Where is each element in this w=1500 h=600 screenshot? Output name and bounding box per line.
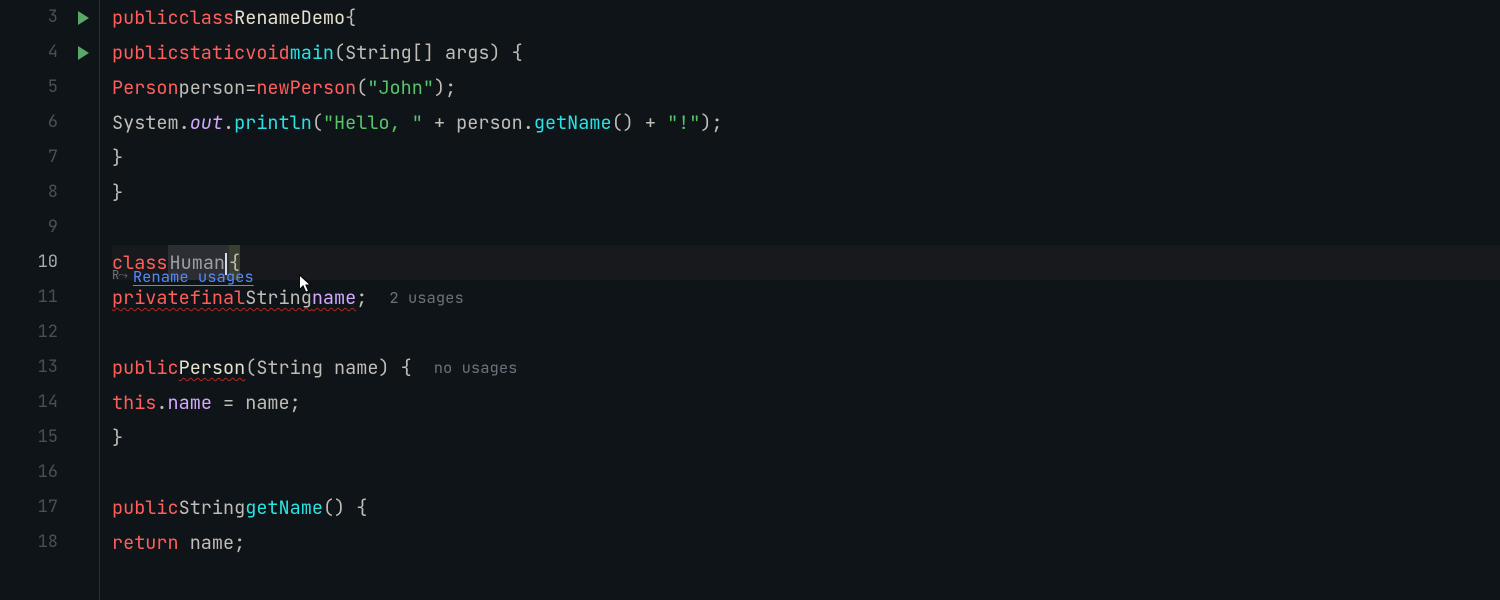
line-number: 8 — [0, 175, 99, 210]
run-icon[interactable] — [78, 46, 89, 60]
code-line[interactable]: } — [112, 175, 1500, 210]
line-number: 14 — [0, 385, 99, 420]
run-icon[interactable] — [78, 11, 89, 25]
code-line[interactable]: public Person(String name) {no usages — [112, 350, 1500, 385]
line-number: 17 — [0, 490, 99, 525]
code-line[interactable]: private final String name;2 usages — [112, 280, 1500, 315]
code-line[interactable]: } — [112, 420, 1500, 455]
code-line[interactable]: public String getName() { — [112, 490, 1500, 525]
gutter: 3 4 5 6 7 8 9 10 11 12 13 14 15 16 17 18 — [0, 0, 100, 600]
line-number: 6 — [0, 105, 99, 140]
rename-usages-link[interactable]: Rename usages — [133, 259, 254, 294]
line-number: 11 — [0, 280, 99, 315]
line-number: 5 — [0, 70, 99, 105]
line-number: 4 — [0, 35, 99, 70]
code-line[interactable]: this.name = name; — [112, 385, 1500, 420]
code-line[interactable]: return name; — [112, 525, 1500, 560]
line-number: 13 — [0, 350, 99, 385]
line-number: 9 — [0, 210, 99, 245]
code-line[interactable]: public class RenameDemo { — [112, 0, 1500, 35]
code-line[interactable]: Person person = new Person("John"); — [112, 70, 1500, 105]
line-number: 12 — [0, 315, 99, 350]
code-line[interactable] — [112, 315, 1500, 350]
line-number: 15 — [0, 420, 99, 455]
code-area[interactable]: public class RenameDemo { public static … — [100, 0, 1500, 600]
line-number-current: 10 — [0, 245, 99, 280]
usages-hint: no usages — [434, 350, 518, 385]
code-line[interactable]: System.out.println("Hello, " + person.ge… — [112, 105, 1500, 140]
code-line[interactable] — [112, 455, 1500, 490]
rename-hint: R⤳ Rename usages — [112, 259, 254, 294]
line-number: 16 — [0, 455, 99, 490]
code-line[interactable] — [112, 210, 1500, 245]
code-line[interactable]: } — [112, 140, 1500, 175]
line-number: 7 — [0, 140, 99, 175]
rename-intention-icon: R⤳ — [112, 258, 127, 293]
usages-hint: 2 usages — [389, 280, 463, 315]
code-line-current[interactable]: class Human { — [112, 245, 1500, 280]
code-editor[interactable]: 3 4 5 6 7 8 9 10 11 12 13 14 15 16 17 18… — [0, 0, 1500, 600]
line-number: 18 — [0, 525, 99, 560]
line-number: 3 — [0, 0, 99, 35]
code-line[interactable]: public static void main(String[] args) { — [112, 35, 1500, 70]
